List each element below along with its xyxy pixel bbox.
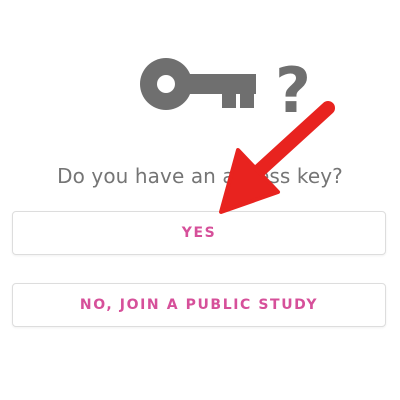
access-key-screen: ? Do you have an access key? YES NO, JOI… [0, 0, 400, 400]
join-public-study-button[interactable]: NO, JOIN A PUBLIC STUDY [12, 283, 386, 327]
yes-button[interactable]: YES [12, 211, 386, 255]
question-mark-icon: ? [275, 56, 311, 120]
key-icon [140, 58, 256, 110]
key-question-illustration: ? [140, 56, 311, 120]
access-key-question: Do you have an access key? [57, 164, 343, 188]
